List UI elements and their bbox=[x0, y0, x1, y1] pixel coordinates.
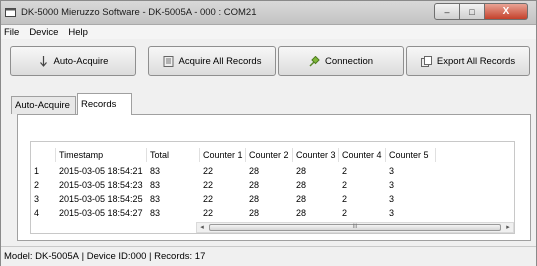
acquire-all-records-label: Acquire All Records bbox=[178, 55, 262, 67]
menu-device[interactable]: Device bbox=[24, 27, 63, 38]
status-separator: | bbox=[146, 251, 155, 262]
cell-counter-2: 28 bbox=[249, 208, 260, 218]
column-header-timestamp[interactable]: Timestamp bbox=[56, 148, 147, 162]
plug-icon bbox=[309, 55, 320, 67]
arrow-down-icon bbox=[38, 55, 49, 67]
cell-index: 4 bbox=[34, 208, 40, 218]
connection-button[interactable]: Connection bbox=[278, 46, 404, 76]
cell-counter-3: 28 bbox=[296, 180, 307, 190]
table-row[interactable]: 4 2015-03-05 18:54:27 83 22 28 28 2 3 bbox=[31, 206, 514, 220]
column-header-total[interactable]: Total bbox=[147, 148, 200, 162]
cell-index: 1 bbox=[34, 166, 40, 176]
scroll-left-icon[interactable]: ◂ bbox=[197, 223, 207, 232]
cell-timestamp: 2015-03-05 18:54:21 bbox=[59, 166, 143, 176]
cell-counter-3: 28 bbox=[296, 194, 307, 204]
table-header: Timestamp Total Counter 1 Counter 2 Coun… bbox=[31, 148, 514, 162]
toolbar: Auto-Acquire Acquire All Records Connect… bbox=[10, 46, 530, 76]
tab-auto-acquire[interactable]: Auto-Acquire bbox=[11, 96, 76, 114]
close-button[interactable]: X bbox=[485, 3, 528, 20]
cell-total: 83 bbox=[150, 180, 161, 190]
menu-help[interactable]: Help bbox=[63, 27, 93, 38]
cell-counter-5: 3 bbox=[389, 208, 395, 218]
tab-control: Auto-Acquire Records Timestamp Total Cou… bbox=[11, 93, 531, 241]
status-device-id: Device ID:000 bbox=[86, 251, 147, 262]
cell-total: 83 bbox=[150, 194, 161, 204]
cell-counter-5: 3 bbox=[389, 194, 395, 204]
cell-counter-4: 2 bbox=[342, 194, 348, 204]
cell-counter-4: 2 bbox=[342, 166, 348, 176]
column-header-index[interactable] bbox=[31, 148, 56, 162]
cell-counter-5: 3 bbox=[389, 180, 395, 190]
connection-label: Connection bbox=[324, 55, 374, 67]
table-row[interactable]: 1 2015-03-05 18:54:21 83 22 28 28 2 3 bbox=[31, 164, 514, 178]
cell-counter-1: 22 bbox=[203, 208, 214, 218]
minimize-button[interactable]: – bbox=[434, 3, 460, 20]
menu-bar: File Device Help bbox=[1, 25, 536, 39]
cell-counter-4: 2 bbox=[342, 180, 348, 190]
window-controls: – □ X bbox=[434, 3, 528, 20]
window-title: DK-5000 Mieruzzo Software - DK-5005A - 0… bbox=[21, 7, 257, 18]
tab-records[interactable]: Records bbox=[77, 93, 132, 115]
column-header-counter-2[interactable]: Counter 2 bbox=[246, 148, 293, 162]
status-bar: Model: DK-5005A | Device ID:000 | Record… bbox=[1, 246, 536, 266]
cell-total: 83 bbox=[150, 166, 161, 176]
column-header-counter-5[interactable]: Counter 5 bbox=[386, 148, 436, 162]
cell-counter-1: 22 bbox=[203, 194, 214, 204]
cell-index: 3 bbox=[34, 194, 40, 204]
status-model: Model: DK-5005A bbox=[4, 251, 79, 262]
maximize-button[interactable]: □ bbox=[460, 3, 485, 20]
cell-counter-2: 28 bbox=[249, 194, 260, 204]
cell-total: 83 bbox=[150, 208, 161, 218]
cell-counter-5: 3 bbox=[389, 166, 395, 176]
column-header-counter-1[interactable]: Counter 1 bbox=[200, 148, 246, 162]
column-header-counter-3[interactable]: Counter 3 bbox=[293, 148, 339, 162]
records-table: Timestamp Total Counter 1 Counter 2 Coun… bbox=[30, 141, 515, 234]
menu-file[interactable]: File bbox=[1, 27, 24, 38]
records-icon bbox=[163, 55, 174, 67]
status-separator: | bbox=[78, 251, 87, 262]
app-icon bbox=[5, 8, 16, 17]
cell-counter-2: 28 bbox=[249, 166, 260, 176]
acquire-all-records-button[interactable]: Acquire All Records bbox=[148, 46, 276, 76]
column-header-counter-4[interactable]: Counter 4 bbox=[339, 148, 386, 162]
export-all-records-label: Export All Records bbox=[436, 55, 516, 67]
title-bar[interactable]: DK-5000 Mieruzzo Software - DK-5005A - 0… bbox=[1, 1, 536, 25]
cell-counter-3: 28 bbox=[296, 166, 307, 176]
cell-timestamp: 2015-03-05 18:54:25 bbox=[59, 194, 143, 204]
cell-counter-1: 22 bbox=[203, 166, 214, 176]
cell-counter-1: 22 bbox=[203, 180, 214, 190]
horizontal-scrollbar[interactable]: ◂ III ▸ bbox=[196, 222, 514, 233]
table-row[interactable]: 3 2015-03-05 18:54:25 83 22 28 28 2 3 bbox=[31, 192, 514, 206]
cell-timestamp: 2015-03-05 18:54:23 bbox=[59, 180, 143, 190]
cell-timestamp: 2015-03-05 18:54:27 bbox=[59, 208, 143, 218]
auto-acquire-label: Auto-Acquire bbox=[53, 55, 109, 67]
scroll-right-icon[interactable]: ▸ bbox=[503, 223, 513, 232]
status-records: Records: 17 bbox=[154, 251, 206, 262]
cell-index: 2 bbox=[34, 180, 40, 190]
table-row[interactable]: 2 2015-03-05 18:54:23 83 22 28 28 2 3 bbox=[31, 178, 514, 192]
app-window: DK-5000 Mieruzzo Software - DK-5005A - 0… bbox=[0, 0, 537, 266]
records-panel: Timestamp Total Counter 1 Counter 2 Coun… bbox=[17, 114, 531, 241]
auto-acquire-button[interactable]: Auto-Acquire bbox=[10, 46, 136, 76]
export-all-records-button[interactable]: Export All Records bbox=[406, 46, 530, 76]
cell-counter-3: 28 bbox=[296, 208, 307, 218]
cell-counter-2: 28 bbox=[249, 180, 260, 190]
export-icon bbox=[420, 55, 432, 67]
cell-counter-4: 2 bbox=[342, 208, 348, 218]
scrollbar-thumb[interactable]: III bbox=[209, 224, 501, 231]
